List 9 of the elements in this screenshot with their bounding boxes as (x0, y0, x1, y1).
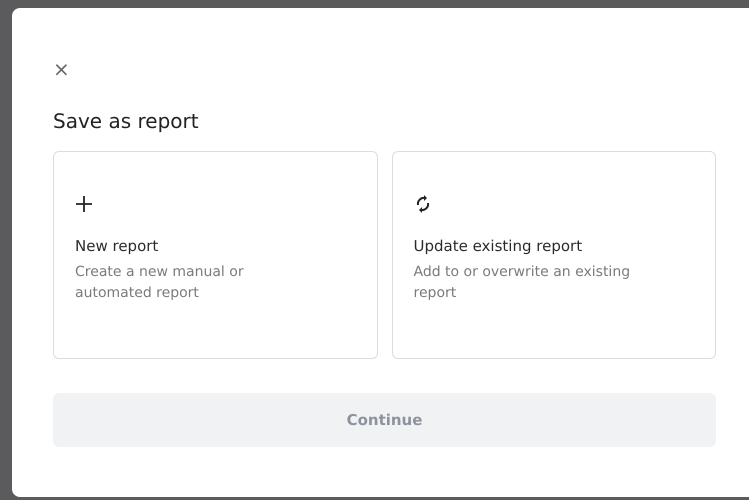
option-title: New report (75, 236, 160, 256)
dialog-title: Save as report (53, 108, 200, 135)
option-description: Add to or overwrite an existing report (414, 263, 632, 303)
option-card[interactable]: Update existing report Add to or overwrite an existing report (392, 151, 716, 359)
plus-icon (75, 195, 93, 213)
option-title: Update existing report (414, 236, 584, 256)
close-button[interactable]: × (53, 60, 70, 78)
option-card[interactable]: New report Create a new manual or automated report (53, 151, 378, 359)
option-description: Create a new manual or automated report (75, 263, 245, 303)
